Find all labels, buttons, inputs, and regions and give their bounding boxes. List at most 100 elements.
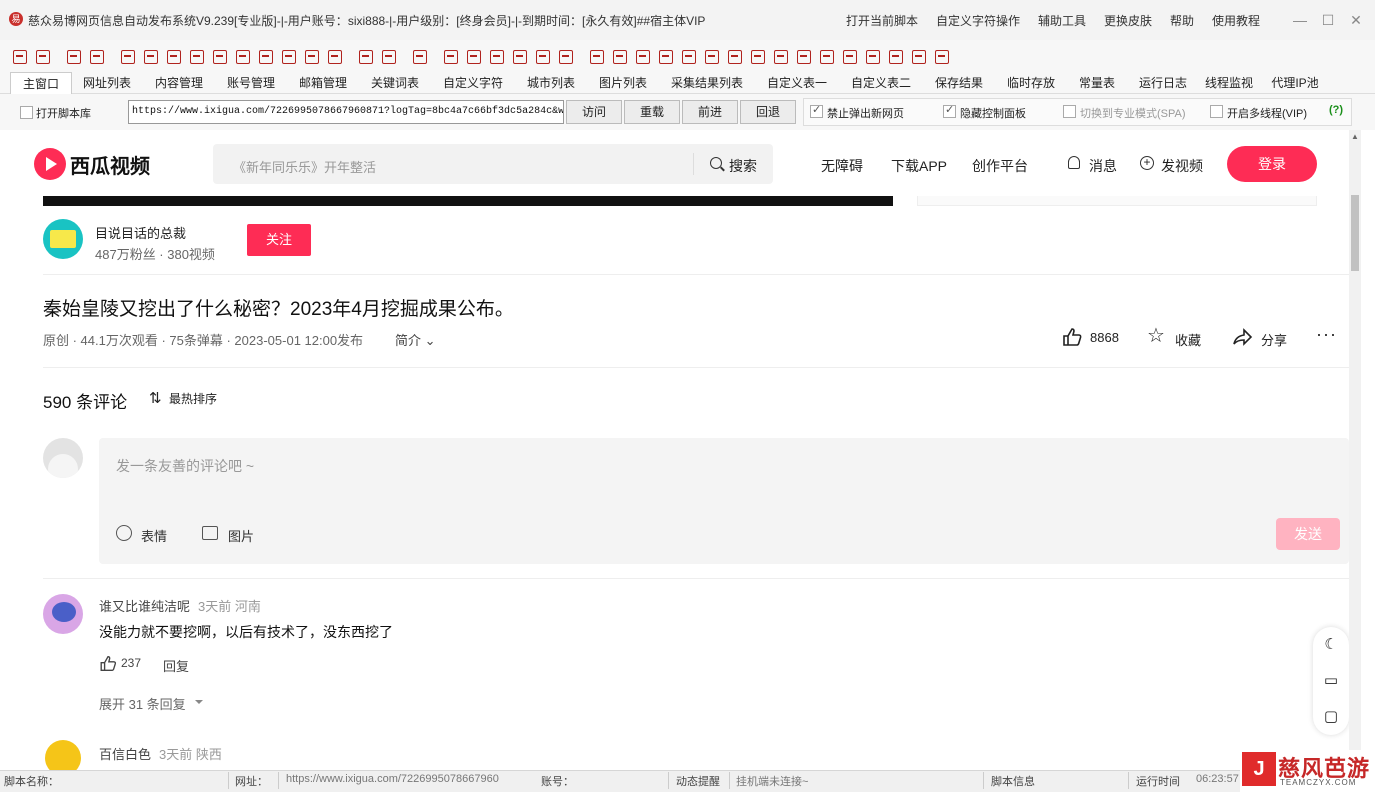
tab-custom-table-1[interactable]: 自定义表一 <box>760 72 834 94</box>
nav-messages[interactable]: 消息 <box>1089 156 1117 176</box>
menu-tutorial[interactable]: 使用教程 <box>1212 12 1260 29</box>
top-icon[interactable] <box>359 50 373 64</box>
author-name[interactable]: 目说目话的总裁 <box>95 223 186 242</box>
trash-icon[interactable] <box>190 50 204 64</box>
post-icon[interactable] <box>728 50 742 64</box>
reply-button[interactable]: 回复 <box>163 656 189 675</box>
screen-icon[interactable]: ▭ <box>1322 672 1340 690</box>
like-count[interactable]: 8868 <box>1090 330 1119 345</box>
import-icon[interactable] <box>13 50 27 64</box>
share-icon[interactable] <box>1233 327 1253 347</box>
image-button[interactable]: 图片 <box>228 526 254 545</box>
layers-icon[interactable] <box>513 50 527 64</box>
html-icon[interactable] <box>636 50 650 64</box>
menu-custom-chars[interactable]: 自定义字符操作 <box>936 12 1020 29</box>
tab-thread-monitor[interactable]: 线程监视 <box>1198 72 1260 94</box>
back-button[interactable]: 回退 <box>740 100 796 124</box>
forward-button[interactable]: 前进 <box>682 100 738 124</box>
menu-aux-tools[interactable]: 辅助工具 <box>1038 12 1086 29</box>
bell-icon[interactable] <box>1068 156 1080 169</box>
comment-username[interactable]: 百信白色 <box>99 744 151 763</box>
visit-button[interactable]: 访问 <box>566 100 622 124</box>
list-detail-icon[interactable] <box>90 50 104 64</box>
tab-collect-results[interactable]: 采集结果列表 <box>664 72 750 94</box>
tag-icon[interactable] <box>328 50 342 64</box>
tab-run-log[interactable]: 运行日志 <box>1132 72 1194 94</box>
open-script-lib-checkbox[interactable] <box>20 106 33 119</box>
calendar-icon[interactable] <box>536 50 550 64</box>
edit-icon[interactable] <box>236 50 250 64</box>
plus-circle-icon[interactable]: + <box>1140 156 1154 170</box>
star-icon[interactable]: ☆ <box>1147 326 1165 346</box>
tab-save-results[interactable]: 保存结果 <box>928 72 990 94</box>
column-icon[interactable] <box>751 50 765 64</box>
menu-skin[interactable]: 更换皮肤 <box>1104 12 1152 29</box>
scrollbar-thumb[interactable] <box>1351 195 1359 271</box>
export-icon[interactable] <box>36 50 50 64</box>
move-down-icon[interactable] <box>282 50 296 64</box>
scroll-up-icon[interactable]: ▲ <box>1349 132 1361 144</box>
stop-icon[interactable] <box>843 50 857 64</box>
bottom-icon[interactable] <box>382 50 396 64</box>
moon-icon[interactable]: ☾ <box>1322 636 1340 654</box>
emoji-icon[interactable] <box>116 525 132 541</box>
tab-proxy-pool[interactable]: 代理IP池 <box>1264 72 1326 94</box>
chart-icon[interactable] <box>820 50 834 64</box>
code-icon[interactable] <box>659 50 673 64</box>
settings-icon[interactable] <box>935 50 949 64</box>
search-icon[interactable] <box>710 157 722 169</box>
tab-images[interactable]: 图片列表 <box>592 72 654 94</box>
tab-temp-storage[interactable]: 临时存放 <box>1000 72 1062 94</box>
upload-icon[interactable] <box>144 50 158 64</box>
tab-cities[interactable]: 城市列表 <box>520 72 582 94</box>
comment-input[interactable] <box>99 438 1349 564</box>
db-icon[interactable] <box>912 50 926 64</box>
text-icon[interactable] <box>613 50 627 64</box>
follow-button[interactable]: 关注 <box>247 224 311 256</box>
menu-help[interactable]: 帮助 <box>1170 12 1194 29</box>
logo-text[interactable]: 西瓜视频 <box>70 150 150 179</box>
sort-label[interactable]: 最热排序 <box>169 390 217 407</box>
url-input[interactable]: https://www.ixigua.com/72269950786679608… <box>128 100 564 124</box>
copy-icon[interactable] <box>213 50 227 64</box>
window-icon[interactable] <box>889 50 903 64</box>
share-label[interactable]: 分享 <box>1261 330 1287 349</box>
image-tool-icon[interactable] <box>490 50 504 64</box>
search-button[interactable]: 搜索 <box>729 156 757 176</box>
js-icon[interactable] <box>590 50 604 64</box>
matrix-icon[interactable] <box>559 50 573 64</box>
frame-icon[interactable] <box>682 50 696 64</box>
move-up-icon[interactable] <box>259 50 273 64</box>
tab-main[interactable]: 主窗口 <box>10 72 72 94</box>
doc-icon[interactable] <box>305 50 319 64</box>
nav-creator-platform[interactable]: 创作平台 <box>972 156 1028 176</box>
more-icon[interactable]: ··· <box>1316 324 1337 345</box>
panel-icon[interactable] <box>705 50 719 64</box>
table-icon[interactable] <box>444 50 458 64</box>
tab-custom-table-2[interactable]: 自定义表二 <box>844 72 918 94</box>
form-icon[interactable] <box>467 50 481 64</box>
tab-email[interactable]: 邮箱管理 <box>292 72 354 94</box>
nav-upload-video[interactable]: 发视频 <box>1161 156 1203 176</box>
help-link[interactable]: (?) <box>1329 104 1343 116</box>
minimize-icon[interactable]: — <box>1290 10 1310 30</box>
tab-content[interactable]: 内容管理 <box>148 72 210 94</box>
collect-label[interactable]: 收藏 <box>1175 330 1201 349</box>
comment-like-count[interactable]: 237 <box>121 656 141 670</box>
xigua-logo-icon[interactable] <box>34 148 66 180</box>
thumbs-up-icon[interactable] <box>99 655 117 672</box>
menu-open-script[interactable]: 打开当前脚本 <box>846 12 918 29</box>
sort-icon[interactable]: ⇅ <box>149 389 162 407</box>
nav-download-app[interactable]: 下载APP <box>891 156 947 176</box>
send-button[interactable]: 发送 <box>1276 518 1340 550</box>
delete-icon[interactable] <box>167 50 181 64</box>
expand-replies-button[interactable]: 展开 31 条回复 <box>99 694 186 713</box>
tab-constants[interactable]: 常量表 <box>1072 72 1122 94</box>
reload-button[interactable]: 重载 <box>624 100 680 124</box>
ip-icon[interactable] <box>797 50 811 64</box>
comment-avatar[interactable] <box>43 594 83 634</box>
tab-url-list[interactable]: 网址列表 <box>76 72 138 94</box>
login-button[interactable]: 登录 <box>1227 146 1317 182</box>
author-avatar[interactable] <box>43 219 83 259</box>
maximize-icon[interactable]: ☐ <box>1318 10 1338 30</box>
